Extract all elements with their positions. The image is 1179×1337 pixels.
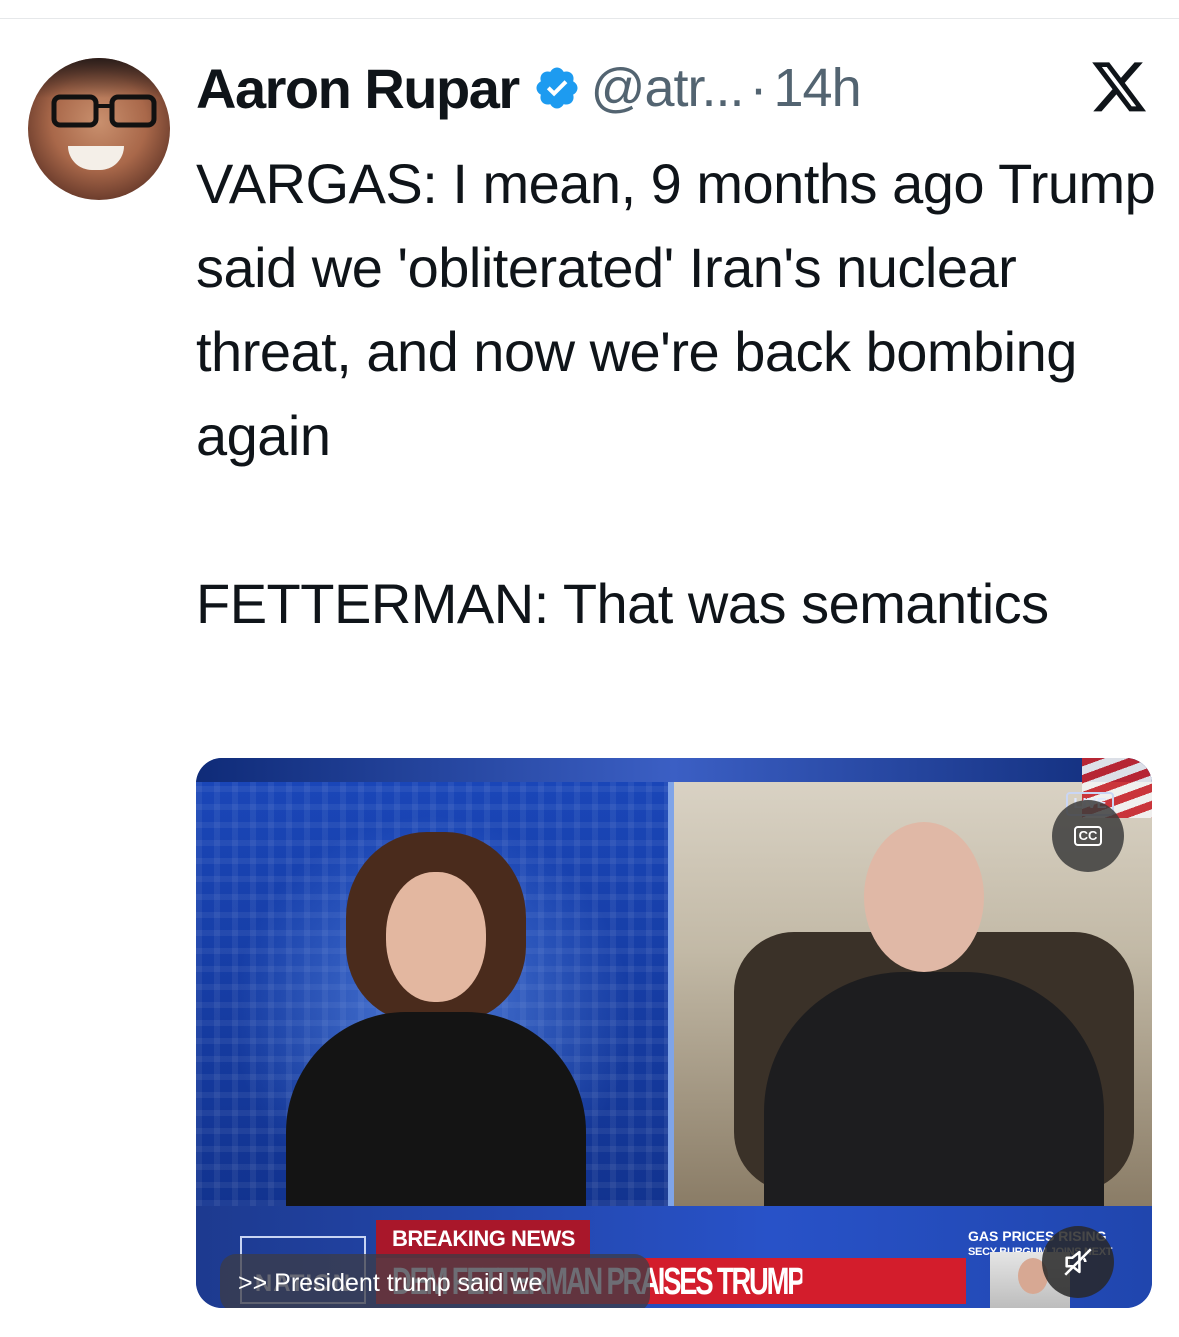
guest-head (864, 822, 984, 972)
tweet-timestamp[interactable]: 14h (774, 57, 862, 119)
closed-captions-icon: CC (1073, 826, 1103, 846)
mute-button[interactable] (1042, 1226, 1114, 1298)
guest-body (764, 972, 1104, 1212)
verified-badge-icon[interactable] (533, 64, 581, 112)
author-name[interactable]: Aaron Rupar (196, 56, 520, 121)
avatar-glasses (51, 94, 157, 128)
live-caption: >> President trump said we (220, 1254, 650, 1308)
tweet-header: Aaron Rupar @atr... · 14h (196, 52, 862, 124)
avatar-hair (28, 58, 170, 98)
avatar-smile (68, 146, 124, 170)
separator-dot: · (749, 58, 768, 118)
top-divider (0, 18, 1179, 19)
video-player[interactable]: LIVE CC NATION BREAKING NEWS DEM FETTERM… (196, 758, 1152, 1308)
anchor-body (286, 1012, 586, 1212)
anchor-face (386, 872, 486, 1002)
closed-captions-button[interactable]: CC (1052, 800, 1124, 872)
studio-top-bar (196, 758, 1152, 782)
tweet-paragraph-2: FETTERMAN: That was semantics (196, 572, 1049, 635)
author-avatar[interactable] (28, 58, 170, 200)
author-handle[interactable]: @atr... (591, 57, 745, 119)
anchor-panel (196, 782, 668, 1212)
tweet-paragraph-1: VARGAS: I mean, 9 months ago Trump said … (196, 152, 1156, 467)
breaking-news-label: BREAKING NEWS (376, 1220, 590, 1258)
x-logo-icon[interactable] (1092, 62, 1148, 114)
tweet-text: VARGAS: I mean, 9 months ago Trump said … (196, 142, 1156, 646)
muted-speaker-icon (1064, 1248, 1092, 1276)
